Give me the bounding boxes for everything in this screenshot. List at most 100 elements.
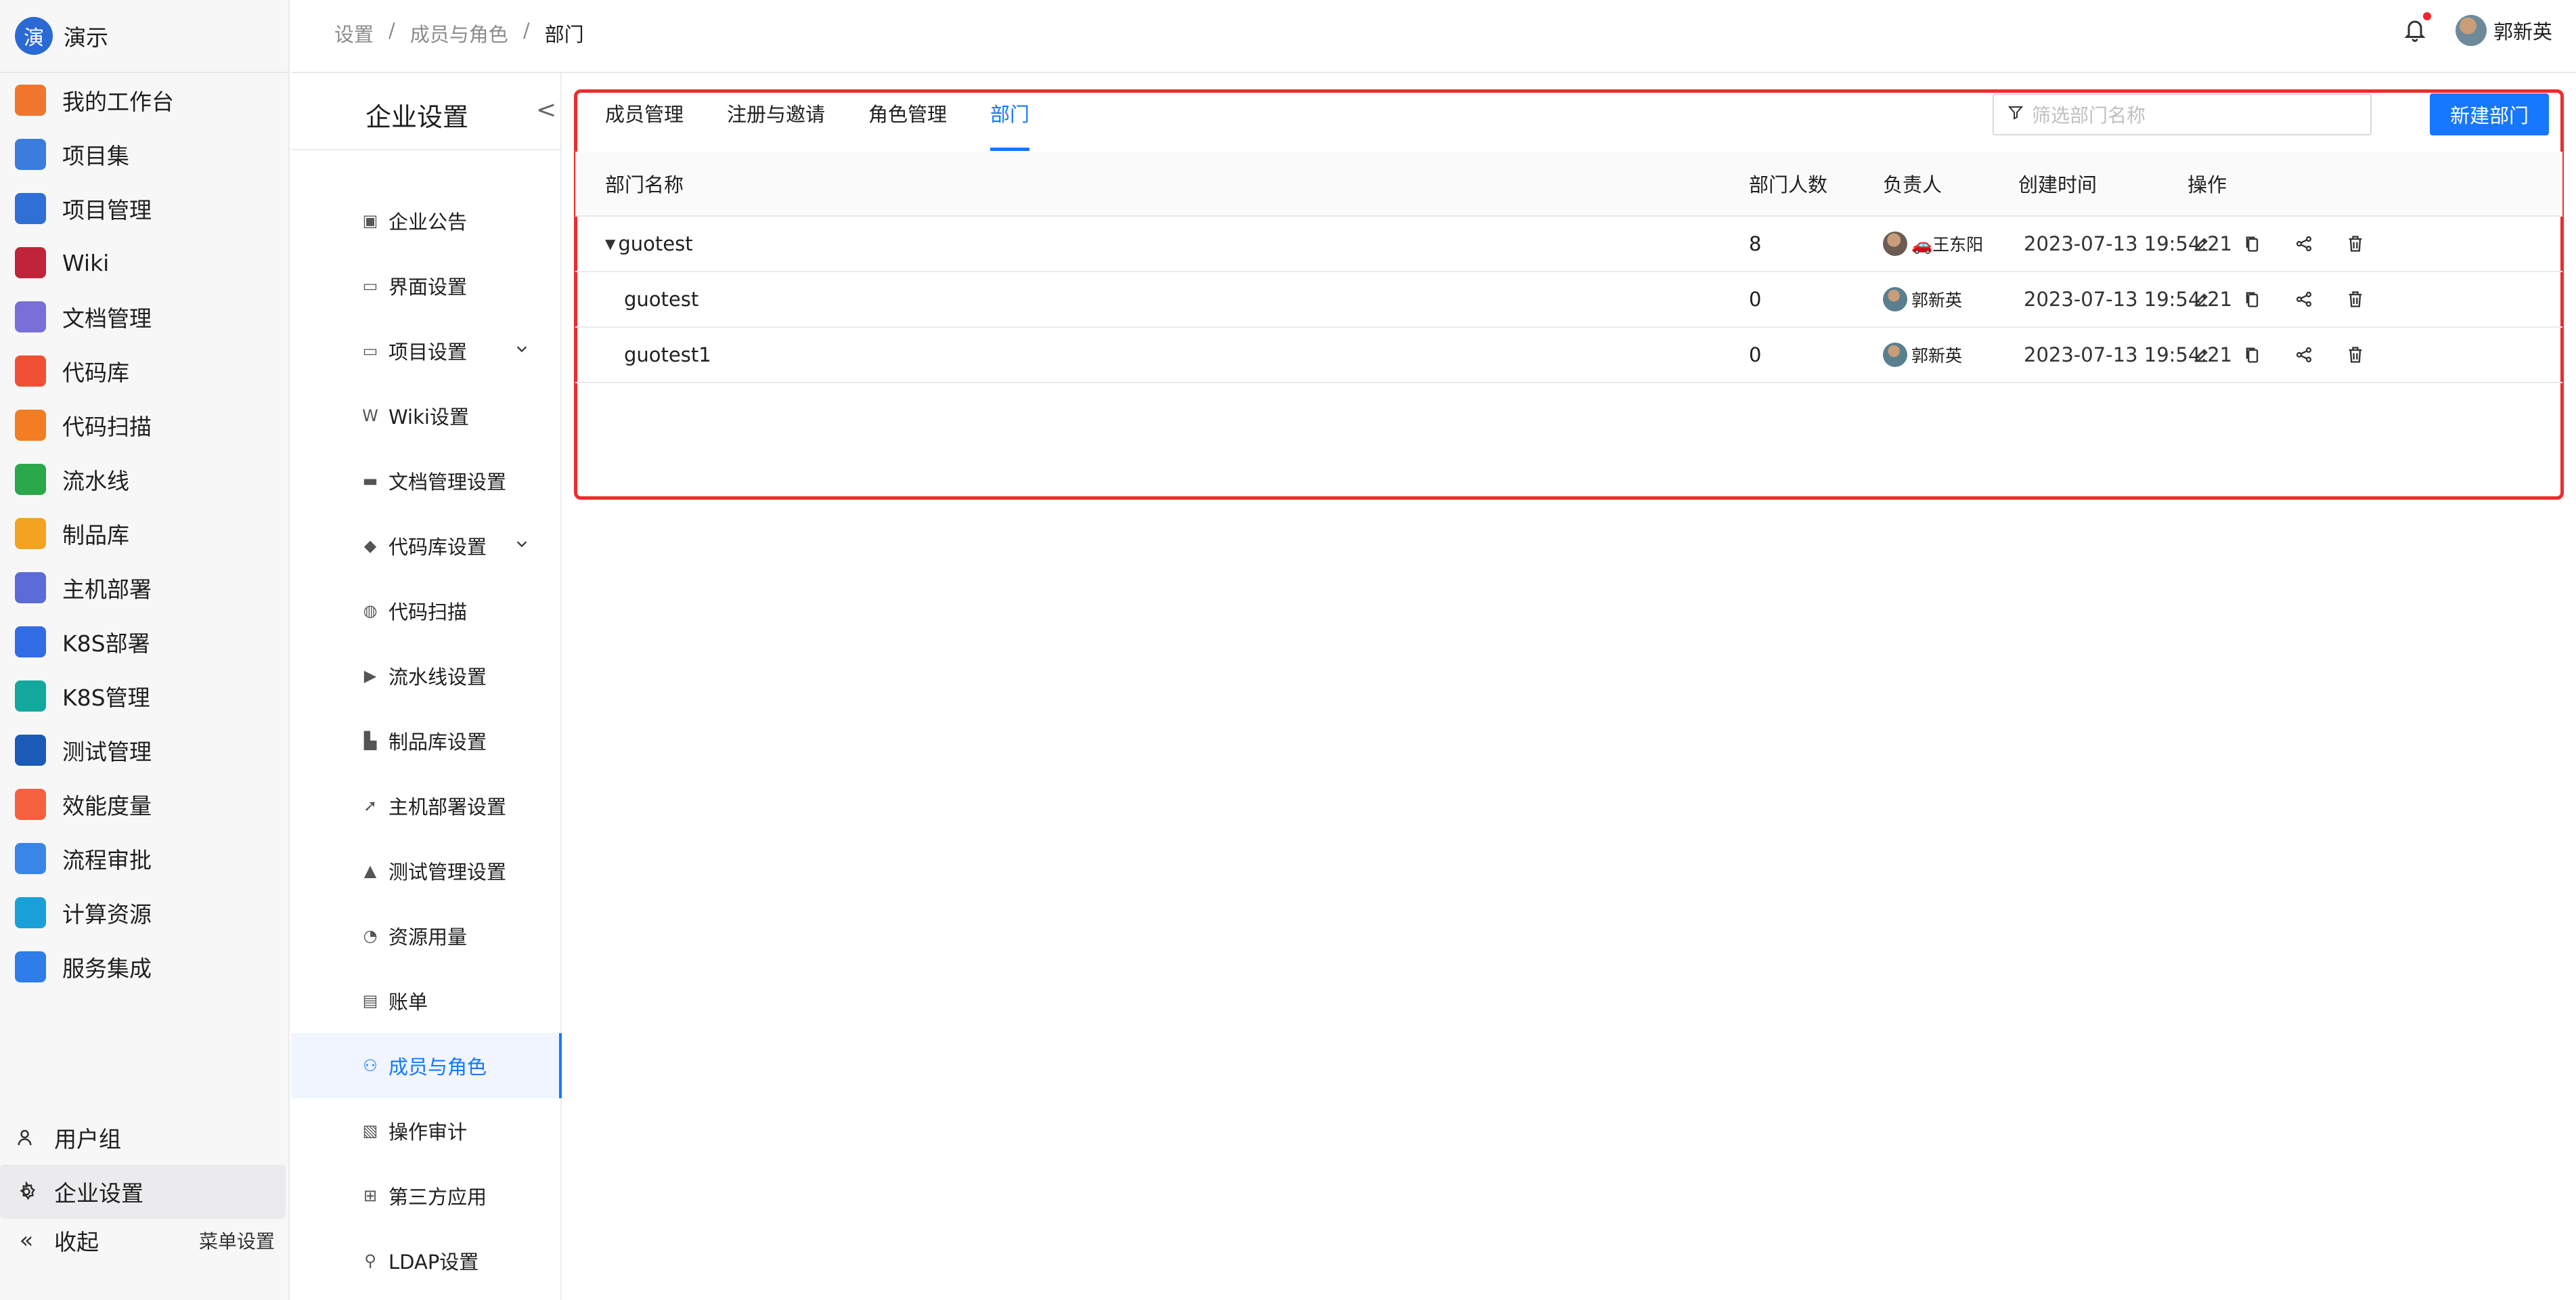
settings-item[interactable]: ◆ 代码库设置 xyxy=(291,513,562,578)
notification-dot xyxy=(2423,12,2431,20)
share-icon[interactable] xyxy=(2289,229,2319,259)
nav-item[interactable]: 代码库 xyxy=(0,344,290,398)
avatar xyxy=(1883,287,1907,311)
settings-item[interactable]: ⚇ 成员与角色 xyxy=(291,1033,562,1098)
breadcrumb-item[interactable]: 设置 xyxy=(334,19,374,47)
settings-item-label: 操作审计 xyxy=(388,1121,468,1144)
settings-item[interactable]: ▬ 文档管理设置 xyxy=(291,448,562,513)
settings-item[interactable]: ▭ 项目设置 xyxy=(291,318,562,383)
department-name: guotest1 xyxy=(624,343,711,366)
department-table: 部门名称 部门人数 负责人 创建时间 操作 ▼ guotest 8 🚗王东阳 2023-… xyxy=(575,152,2562,383)
settings-item-label: 流水线设置 xyxy=(388,666,487,689)
avatar xyxy=(1883,232,1907,256)
tab[interactable]: 成员管理 xyxy=(605,99,684,151)
edit-icon[interactable] xyxy=(2186,229,2216,259)
settings-item[interactable]: ➚ 主机部署设置 xyxy=(291,773,562,838)
settings-item[interactable]: ▲ 测试管理设置 xyxy=(291,838,562,903)
delete-icon[interactable] xyxy=(2340,284,2370,314)
edit-icon[interactable] xyxy=(2186,284,2216,314)
nav-item[interactable]: 流水线 xyxy=(0,452,290,506)
delete-icon[interactable] xyxy=(2340,340,2370,370)
collapse-button[interactable]: 收起 xyxy=(54,1224,99,1257)
breadcrumb-item[interactable]: 成员与角色 xyxy=(410,19,508,47)
breadcrumb-current: 部门 xyxy=(544,23,584,46)
nav-item[interactable]: 制品库 xyxy=(0,506,290,561)
settings-item[interactable]: W Wiki设置 xyxy=(291,383,562,448)
bell-icon[interactable] xyxy=(2403,16,2430,46)
settings-item[interactable]: ⊞ 第三方应用 xyxy=(291,1163,562,1228)
settings-item[interactable]: ▧ 操作审计 xyxy=(291,1098,562,1163)
nav-item[interactable]: Wiki xyxy=(0,236,290,290)
app-name: 演示 xyxy=(64,24,108,51)
table-row[interactable]: guotest1 0 郭新英 2023-07-13 19:54:21 xyxy=(575,328,2562,383)
nav-item[interactable]: 项目管理 xyxy=(0,181,290,236)
tab[interactable]: 部门 xyxy=(990,99,1030,151)
edit-icon[interactable] xyxy=(2186,340,2216,370)
caret-down-icon[interactable]: ▼ xyxy=(605,236,615,252)
copy-icon[interactable] xyxy=(2238,284,2267,314)
settings-item[interactable]: ◔ 资源用量 xyxy=(291,903,562,968)
chevron-down-icon[interactable] xyxy=(514,341,529,360)
wiki-icon xyxy=(15,247,46,278)
search-input[interactable]: 筛选部门名称 xyxy=(1993,93,2372,135)
menu-setting-link[interactable]: 菜单设置 xyxy=(199,1227,275,1254)
collapse-row: « 收起 菜单设置 xyxy=(0,1213,290,1268)
nav-item[interactable]: 主机部署 xyxy=(0,561,290,615)
nav-item[interactable]: K8S部署 xyxy=(0,615,290,669)
share-icon[interactable] xyxy=(2289,340,2319,370)
avatar xyxy=(1883,343,1907,367)
nav-item-user-group[interactable]: 用户组 xyxy=(0,1110,286,1165)
tab[interactable]: 角色管理 xyxy=(868,99,947,151)
nav-item[interactable]: 服务集成 xyxy=(0,940,290,994)
delete-icon[interactable] xyxy=(2340,229,2370,259)
workbench-icon xyxy=(15,85,46,116)
settings-item[interactable]: ◍ 代码扫描 xyxy=(291,578,562,643)
nav-item[interactable]: 流程审批 xyxy=(0,831,290,886)
settings-item[interactable]: ⚲ LDAP设置 xyxy=(291,1228,562,1293)
table-row[interactable]: ▼ guotest 8 🚗王东阳 2023-07-13 19:54:21 xyxy=(575,217,2562,272)
document-icon: ▬ xyxy=(362,471,378,490)
app-logo: 演 xyxy=(15,17,53,55)
gear-icon xyxy=(15,1180,38,1203)
avatar xyxy=(2456,15,2487,46)
settings-item-label: 企业公告 xyxy=(388,211,468,234)
project-manage-icon xyxy=(15,193,46,224)
settings-item[interactable]: ▶ 流水线设置 xyxy=(291,643,562,708)
top-bar: 设置 / 成员与角色 / 部门 郭新英 xyxy=(291,0,2576,73)
nav-item-label: K8S管理 xyxy=(62,685,150,711)
copy-icon[interactable] xyxy=(2238,229,2267,259)
nav-item[interactable]: 我的工作台 xyxy=(0,73,290,127)
nav-item[interactable]: 测试管理 xyxy=(0,723,290,777)
tab[interactable]: 注册与邀请 xyxy=(727,99,825,151)
settings-item[interactable]: ▭ 界面设置 xyxy=(291,253,562,318)
metrics-icon xyxy=(15,789,46,820)
apps-icon: ⊞ xyxy=(363,1186,378,1205)
settings-item-label: 第三方应用 xyxy=(388,1186,487,1209)
cell-count: 0 xyxy=(1749,343,1762,366)
cell-ops xyxy=(2186,284,2392,314)
project-icon: ▭ xyxy=(362,341,378,360)
settings-item[interactable]: ▤ 账单 xyxy=(291,968,562,1033)
nav-item[interactable]: 代码扫描 xyxy=(0,398,290,452)
nav-item[interactable]: 效能度量 xyxy=(0,777,290,831)
nav-item[interactable]: 计算资源 xyxy=(0,886,290,940)
tab-bar: 成员管理 注册与邀请 角色管理 部门 xyxy=(605,99,1073,151)
nav-item-label: K8S部署 xyxy=(62,630,150,657)
nav-header[interactable]: 演 演示 xyxy=(0,0,290,73)
settings-item[interactable]: ▣ 企业公告 xyxy=(291,188,562,253)
column-header-lead: 负责人 xyxy=(1883,173,1942,196)
user-menu[interactable]: 郭新英 xyxy=(2456,15,2552,46)
share-icon[interactable] xyxy=(2289,284,2319,314)
settings-item[interactable]: ▙ 制品库设置 xyxy=(291,708,562,773)
chevron-left-icon[interactable]: < xyxy=(536,96,556,124)
new-department-button[interactable]: 新建部门 xyxy=(2430,93,2549,135)
chevron-down-icon[interactable] xyxy=(514,536,529,555)
nav-item[interactable]: K8S管理 xyxy=(0,669,290,723)
copy-icon[interactable] xyxy=(2238,340,2267,370)
nav-item[interactable]: 项目集 xyxy=(0,127,290,181)
nav-item-enterprise-settings[interactable]: 企业设置 xyxy=(0,1165,286,1219)
table-row[interactable]: guotest 0 郭新英 2023-07-13 19:54:21 xyxy=(575,272,2562,328)
double-chevron-left-icon[interactable]: « xyxy=(15,1227,38,1254)
rocket-icon xyxy=(15,572,46,603)
nav-item[interactable]: 文档管理 xyxy=(0,290,290,344)
